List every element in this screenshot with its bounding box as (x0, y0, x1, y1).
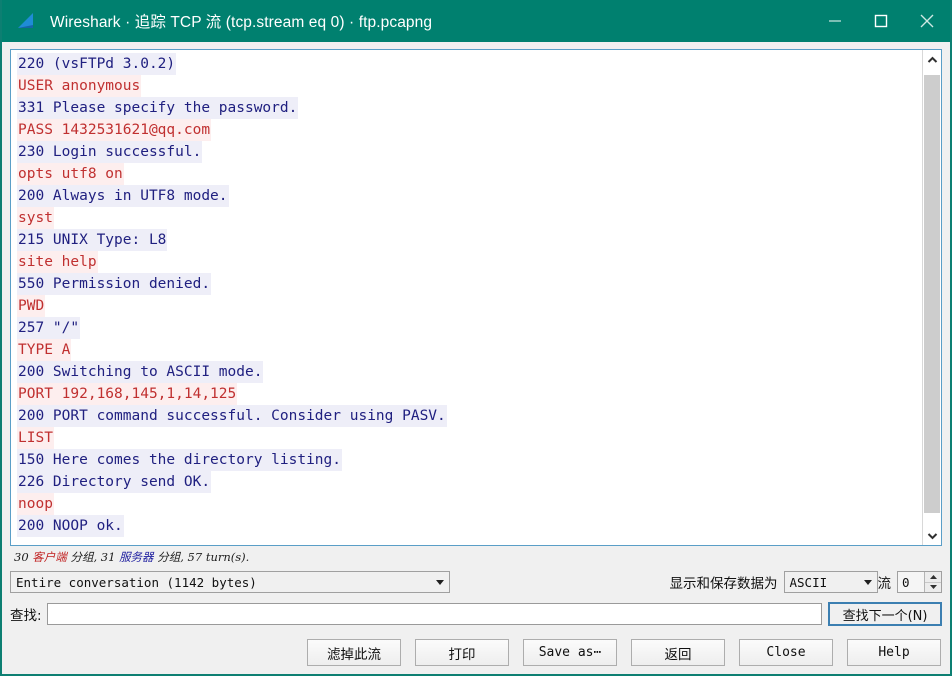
scrollbar-thumb[interactable] (924, 75, 940, 513)
back-button[interactable]: 返回 (631, 639, 725, 666)
stream-line: 200 Always in UTF8 mode. (17, 185, 229, 207)
minimize-icon (829, 20, 841, 22)
stream-line: LIST (17, 427, 54, 449)
encoding-select[interactable]: ASCII (783, 571, 878, 593)
stream-number-value[interactable]: 0 (898, 572, 924, 592)
stream-line: 331 Please specify the password. (17, 97, 299, 119)
window-title: Wireshark · 追踪 TCP 流 (tcp.stream eq 0) ·… (50, 14, 433, 31)
scrollbar-track[interactable] (923, 69, 941, 526)
dialog-button-bar: 滤掉此流 打印 Save as⋯ 返回 Close Help (10, 639, 942, 666)
conversation-select-value: Entire conversation (1142 bytes) (16, 574, 257, 590)
maximize-button[interactable] (858, 0, 904, 42)
save-as-button[interactable]: Save as⋯ (523, 639, 617, 666)
turns-count: 57 turn(s). (187, 550, 250, 564)
stream-line: 220 (vsFTPd 3.0.2) (17, 53, 177, 75)
server-packet-unit: 分组, (157, 550, 184, 564)
stream-line: syst (17, 207, 54, 229)
encoding-select-value: ASCII (789, 574, 828, 590)
stream-line: 257 "/" (17, 317, 81, 339)
chevron-down-icon (863, 580, 872, 585)
stream-line: 200 Switching to ASCII mode. (17, 361, 264, 383)
stream-line: 200 PORT command successful. Consider us… (17, 405, 447, 427)
show-and-save-data-as-label: 显示和保存数据为 (669, 576, 778, 592)
stream-line: TYPE A (17, 339, 72, 361)
dialog-content: 220 (vsFTPd 3.0.2) USER anonymous 331 Plea… (2, 42, 950, 674)
title-bar: Wireshark · 追踪 TCP 流 (tcp.stream eq 0) ·… (2, 0, 950, 42)
caret-up-icon (929, 574, 937, 579)
maximize-icon (874, 14, 888, 28)
client-packet-unit: 分组, (70, 550, 98, 564)
stream-line: 200 NOOP ok. (17, 515, 124, 537)
stream-line: 230 Login successful. (17, 141, 203, 163)
stream-line: 226 Directory send OK. (17, 471, 212, 493)
stream-number-stepper[interactable]: 0 (897, 571, 942, 593)
stream-line: noop (17, 493, 54, 515)
stream-line: USER anonymous (17, 75, 142, 97)
stream-line: 215 UNIX Type: L8 (17, 229, 168, 251)
stream-options-row: Entire conversation (1142 bytes) 显示和保存数据… (10, 569, 942, 595)
stream-line: 550 Permission denied. (17, 273, 212, 295)
filter-out-this-stream-button[interactable]: 滤掉此流 (307, 639, 401, 666)
title-bar-left: Wireshark · 追踪 TCP 流 (tcp.stream eq 0) ·… (2, 10, 812, 32)
scroll-up-button[interactable] (923, 50, 941, 69)
stream-decrement-button[interactable] (925, 583, 941, 593)
conversation-select[interactable]: Entire conversation (1142 bytes) (10, 571, 450, 593)
stream-line: site help (17, 251, 98, 273)
stream-text-view[interactable]: 220 (vsFTPd 3.0.2) USER anonymous 331 Plea… (10, 49, 942, 546)
find-next-button[interactable]: 查找下一个(N) (828, 602, 942, 626)
stream-line: 150 Here comes the directory listing. (17, 449, 343, 471)
wireshark-fin-icon (18, 13, 33, 28)
stream-number-group: 流 0 (877, 571, 942, 593)
server-word: 服务器 (119, 550, 154, 564)
stream-status-line: 30 客户端 分组, 31 服务器 分组, 57 turn(s). (10, 546, 942, 566)
minimize-button[interactable] (812, 0, 858, 42)
caret-down-icon (929, 585, 937, 590)
stream-text-lines[interactable]: 220 (vsFTPd 3.0.2) USER anonymous 331 Plea… (11, 50, 922, 545)
server-packet-count: 31 (100, 550, 116, 564)
vertical-scrollbar[interactable] (922, 50, 941, 545)
tcp-stream-dialog: Wireshark · 追踪 TCP 流 (tcp.stream eq 0) ·… (0, 0, 952, 676)
close-button[interactable]: Close (739, 639, 833, 666)
client-word: 客户端 (32, 550, 67, 564)
chevron-up-icon (927, 56, 937, 63)
client-packet-count: 30 (14, 550, 29, 564)
stream-line: opts utf8 on (17, 163, 124, 185)
chevron-down-icon (436, 580, 444, 585)
stream-label: 流 (877, 576, 892, 592)
close-window-button[interactable] (904, 0, 950, 42)
find-input[interactable] (46, 603, 822, 625)
stream-line: PWD (17, 295, 46, 317)
stream-increment-button[interactable] (925, 572, 941, 583)
stepper-buttons (924, 572, 941, 592)
help-button[interactable]: Help (847, 639, 941, 666)
stream-line: PASS 1432531621@qq.com (17, 119, 212, 141)
close-icon (920, 14, 934, 28)
scroll-down-button[interactable] (923, 526, 941, 545)
find-label: 查找: (10, 608, 42, 624)
find-row: 查找: 查找下一个(N) (10, 600, 942, 628)
print-button[interactable]: 打印 (415, 639, 509, 666)
chevron-down-icon (927, 532, 937, 539)
stream-line: PORT 192,168,145,1,14,125 (17, 383, 238, 405)
